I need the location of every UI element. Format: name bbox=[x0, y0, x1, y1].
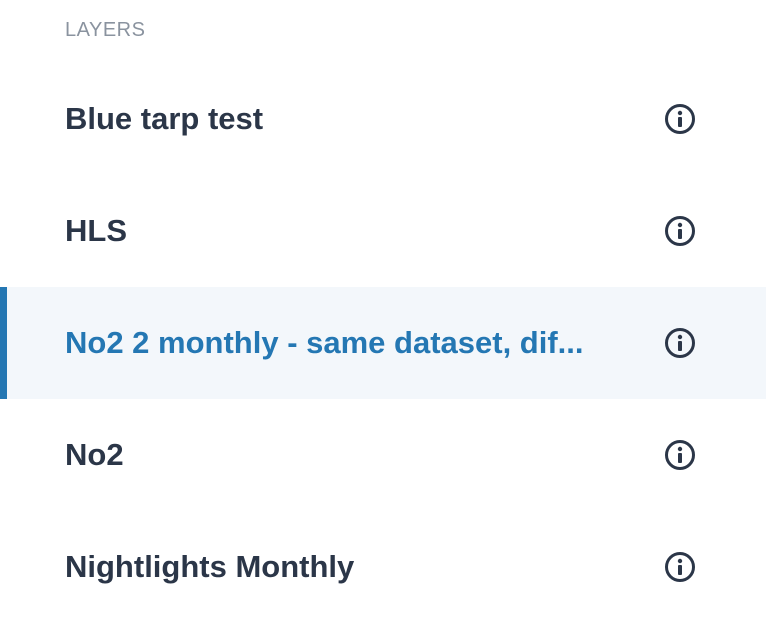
layer-item-hls[interactable]: HLS bbox=[0, 175, 766, 287]
layer-item-no2[interactable]: No2 bbox=[0, 399, 766, 511]
layer-info-button[interactable] bbox=[664, 215, 696, 247]
layer-name[interactable]: No2 bbox=[65, 437, 630, 473]
layers-panel: LAYERS Blue tarp test HLS No2 2 monthly … bbox=[0, 0, 766, 624]
layers-heading: LAYERS bbox=[65, 19, 146, 41]
layer-name[interactable]: No2 2 monthly - same dataset, dif... bbox=[65, 325, 630, 361]
layer-item-nightlights-monthly[interactable]: Nightlights Monthly bbox=[0, 511, 766, 623]
layer-info-button[interactable] bbox=[664, 439, 696, 471]
layer-name[interactable]: HLS bbox=[65, 213, 630, 249]
layer-item-blue-tarp-test[interactable]: Blue tarp test bbox=[0, 63, 766, 175]
info-icon bbox=[665, 104, 695, 134]
layer-name[interactable]: Nightlights Monthly bbox=[65, 549, 630, 585]
layer-info-button[interactable] bbox=[664, 103, 696, 135]
layer-list: Blue tarp test HLS No2 2 monthly - same … bbox=[0, 63, 766, 623]
layer-item-no2-2-monthly[interactable]: No2 2 monthly - same dataset, dif... bbox=[0, 287, 766, 399]
layer-info-button[interactable] bbox=[664, 327, 696, 359]
layer-name[interactable]: Blue tarp test bbox=[65, 101, 630, 137]
info-icon bbox=[665, 552, 695, 582]
info-icon bbox=[665, 328, 695, 358]
layer-info-button[interactable] bbox=[664, 551, 696, 583]
info-icon bbox=[665, 216, 695, 246]
info-icon bbox=[665, 440, 695, 470]
